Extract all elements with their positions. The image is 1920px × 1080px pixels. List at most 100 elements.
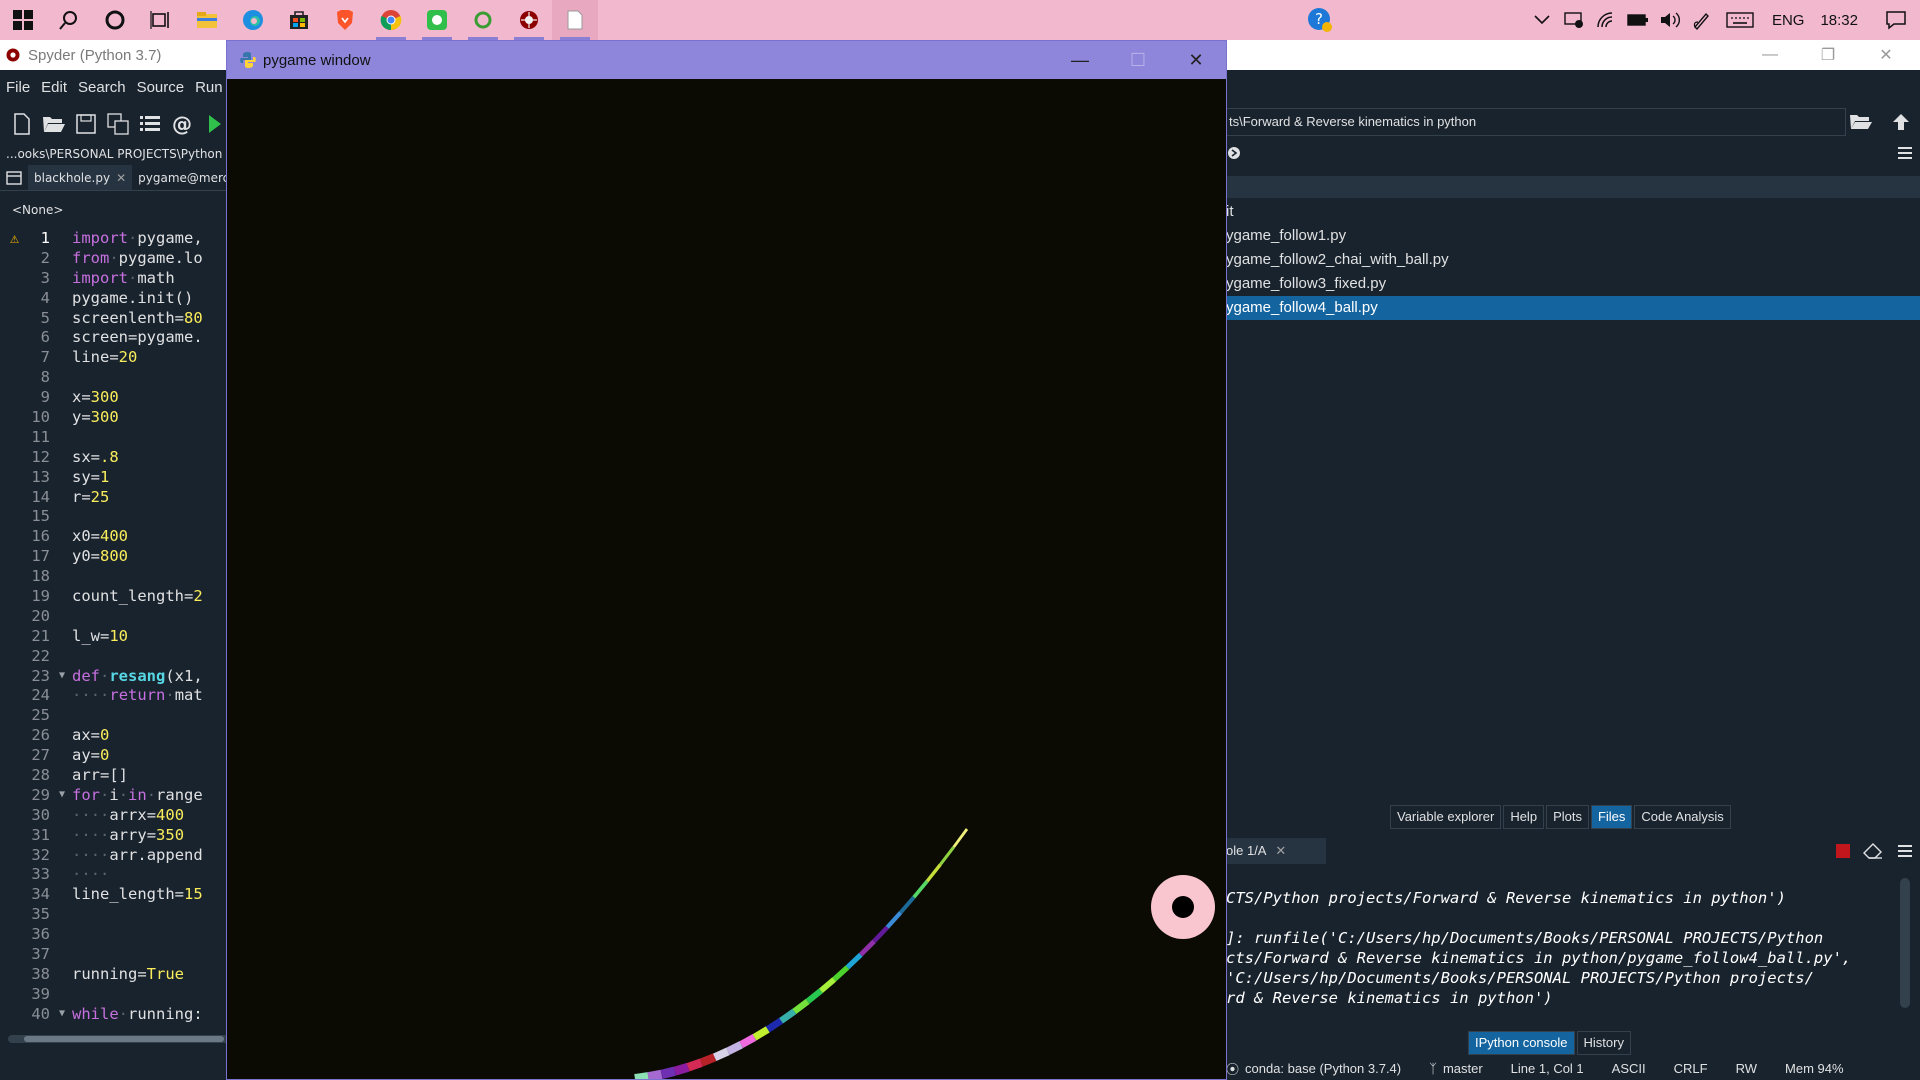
code-line[interactable]: 40 ▼ while·running: bbox=[0, 1004, 230, 1024]
pygame-window-taskbar-icon[interactable] bbox=[552, 0, 598, 40]
pygame-window[interactable]: pygame window — ☐ ✕ bbox=[226, 40, 1227, 1080]
code-line[interactable]: 1 import·pygame, bbox=[0, 228, 230, 248]
code-line[interactable]: 4 pygame.init() bbox=[0, 288, 230, 308]
code-line[interactable]: 27 ay=0 bbox=[0, 745, 230, 765]
code-line[interactable]: 3 import·math bbox=[0, 268, 230, 288]
fold-arrow-icon[interactable]: ▼ bbox=[52, 670, 72, 681]
status-branch[interactable]: master bbox=[1443, 1061, 1483, 1076]
editor-tab[interactable]: blackhole.py ✕ bbox=[28, 165, 133, 190]
close-tab-icon[interactable]: ✕ bbox=[116, 171, 126, 185]
close-console-icon[interactable]: ✕ bbox=[1275, 843, 1286, 858]
close-icon[interactable]: ✕ bbox=[1858, 40, 1914, 70]
edge-browser-icon[interactable] bbox=[230, 0, 276, 40]
menu-run[interactable]: Run bbox=[195, 79, 223, 96]
file-explorer-icon[interactable] bbox=[184, 0, 230, 40]
app-green-icon[interactable] bbox=[414, 0, 460, 40]
file-item[interactable]: ygame_follow3_fixed.py bbox=[1226, 272, 1920, 296]
code-line[interactable]: 14 r=25 bbox=[0, 487, 230, 507]
tab-history[interactable]: History bbox=[1576, 1031, 1631, 1055]
code-line[interactable]: 32 ····arr.append bbox=[0, 845, 230, 865]
pane-options-icon[interactable] bbox=[1890, 138, 1920, 168]
task-view-icon[interactable] bbox=[138, 0, 184, 40]
file-item[interactable]: it bbox=[1226, 200, 1920, 224]
console-vertical-scrollbar[interactable] bbox=[1900, 878, 1910, 1008]
editor-tab[interactable]: pygame@mercu bbox=[132, 165, 230, 190]
clock[interactable]: 18:32 bbox=[1814, 12, 1872, 29]
tab-ipython-console[interactable]: IPython console bbox=[1468, 1031, 1575, 1055]
code-line[interactable]: 38 running=True bbox=[0, 964, 230, 984]
code-line[interactable]: 28 arr=[] bbox=[0, 765, 230, 785]
code-line[interactable]: 18 bbox=[0, 566, 230, 586]
display-icon[interactable] bbox=[1558, 0, 1590, 40]
code-line[interactable]: 26 ax=0 bbox=[0, 725, 230, 745]
code-line[interactable]: 37 bbox=[0, 944, 230, 964]
working-directory-path[interactable]: ...ooks\PERSONAL PROJECTS\Python p bbox=[0, 143, 230, 165]
menu-file[interactable]: File bbox=[6, 79, 30, 96]
keyboard-icon[interactable] bbox=[1718, 0, 1762, 40]
save-all-icon[interactable] bbox=[102, 108, 134, 140]
code-line[interactable]: 23 ▼ def·resang(x1, bbox=[0, 666, 230, 686]
cortana-icon[interactable] bbox=[92, 0, 138, 40]
code-line[interactable]: 7 line=20 bbox=[0, 347, 230, 367]
pygame-maximize-icon[interactable]: ☐ bbox=[1109, 41, 1167, 79]
pygame-close-icon[interactable]: ✕ bbox=[1167, 41, 1225, 79]
console-options-icon[interactable] bbox=[1890, 836, 1920, 866]
outline-list-icon[interactable] bbox=[134, 108, 166, 140]
at-sign-icon[interactable]: @ bbox=[166, 108, 198, 140]
code-line[interactable]: 12 sx=.8 bbox=[0, 447, 230, 467]
code-line[interactable]: 33 ···· bbox=[0, 865, 230, 885]
volume-icon[interactable] bbox=[1654, 0, 1686, 40]
chrome-browser-icon[interactable] bbox=[368, 0, 414, 40]
fold-arrow-icon[interactable]: ▼ bbox=[52, 1008, 72, 1019]
pygame-title-bar[interactable]: pygame window — ☐ ✕ bbox=[227, 41, 1226, 79]
fold-arrow-icon[interactable]: ▼ bbox=[52, 789, 72, 800]
code-line[interactable]: 29 ▼ for·i·in·range bbox=[0, 785, 230, 805]
code-line[interactable]: 15 bbox=[0, 506, 230, 526]
pen-icon[interactable] bbox=[1686, 0, 1718, 40]
code-editor[interactable]: 1 import·pygame, 2 from·pygame.lo 3 import·ma… bbox=[0, 228, 230, 1038]
chevron-up-icon[interactable] bbox=[1526, 0, 1558, 40]
code-line[interactable]: 10 y=300 bbox=[0, 407, 230, 427]
code-line[interactable]: 34 line_length=15 bbox=[0, 884, 230, 904]
code-line[interactable]: 24 ····return·mat bbox=[0, 685, 230, 705]
code-line[interactable]: 13 sy=1 bbox=[0, 467, 230, 487]
warning-icon[interactable]: ⚠ bbox=[10, 229, 19, 247]
search-icon[interactable] bbox=[46, 0, 92, 40]
tab-plots[interactable]: Plots bbox=[1546, 805, 1589, 829]
tab-variable-explorer[interactable]: Variable explorer bbox=[1390, 805, 1502, 829]
file-item-selected[interactable]: ygame_follow4_ball.py bbox=[1226, 296, 1920, 320]
code-line[interactable]: 5 screenlenth=80 bbox=[0, 308, 230, 328]
browse-tabs-icon[interactable] bbox=[0, 165, 28, 190]
windows-start-icon[interactable] bbox=[0, 0, 46, 40]
editor-horizontal-scrollbar[interactable] bbox=[8, 1035, 230, 1043]
minimize-icon[interactable]: — bbox=[1742, 40, 1798, 70]
code-line[interactable]: 35 bbox=[0, 904, 230, 924]
brave-browser-icon[interactable] bbox=[322, 0, 368, 40]
code-line[interactable]: 30 ····arrx=400 bbox=[0, 805, 230, 825]
menu-search[interactable]: Search bbox=[78, 79, 126, 96]
code-line[interactable]: 17 y0=800 bbox=[0, 546, 230, 566]
code-line[interactable]: 31 ····arry=350 bbox=[0, 825, 230, 845]
code-line[interactable]: 2 from·pygame.lo bbox=[0, 248, 230, 268]
code-line[interactable]: 22 bbox=[0, 646, 230, 666]
new-file-icon[interactable] bbox=[6, 108, 38, 140]
pygame-minimize-icon[interactable]: — bbox=[1051, 41, 1109, 79]
help-tips-icon[interactable]: ? bbox=[1304, 0, 1336, 40]
code-line[interactable]: 16 x0=400 bbox=[0, 526, 230, 546]
pygame-canvas[interactable] bbox=[227, 79, 1226, 1079]
code-line[interactable]: 20 bbox=[0, 606, 230, 626]
code-line[interactable]: 11 bbox=[0, 427, 230, 447]
files-path-combo[interactable]: ts\Forward & Reverse kinematics in pytho… bbox=[1226, 108, 1846, 136]
store-icon[interactable] bbox=[276, 0, 322, 40]
clear-console-icon[interactable] bbox=[1858, 836, 1888, 866]
browse-folder-icon[interactable] bbox=[1846, 107, 1876, 137]
tab-help[interactable]: Help bbox=[1503, 805, 1545, 829]
notifications-icon[interactable] bbox=[1872, 0, 1920, 40]
battery-icon[interactable] bbox=[1622, 0, 1654, 40]
refresh-app-icon[interactable] bbox=[460, 0, 506, 40]
code-line[interactable]: 9 x=300 bbox=[0, 387, 230, 407]
console-tab[interactable]: ole 1/A ✕ bbox=[1226, 838, 1326, 864]
outline-combo[interactable]: <None> bbox=[6, 198, 230, 224]
parent-directory-icon[interactable] bbox=[1886, 107, 1916, 137]
menu-source[interactable]: Source bbox=[137, 79, 185, 96]
